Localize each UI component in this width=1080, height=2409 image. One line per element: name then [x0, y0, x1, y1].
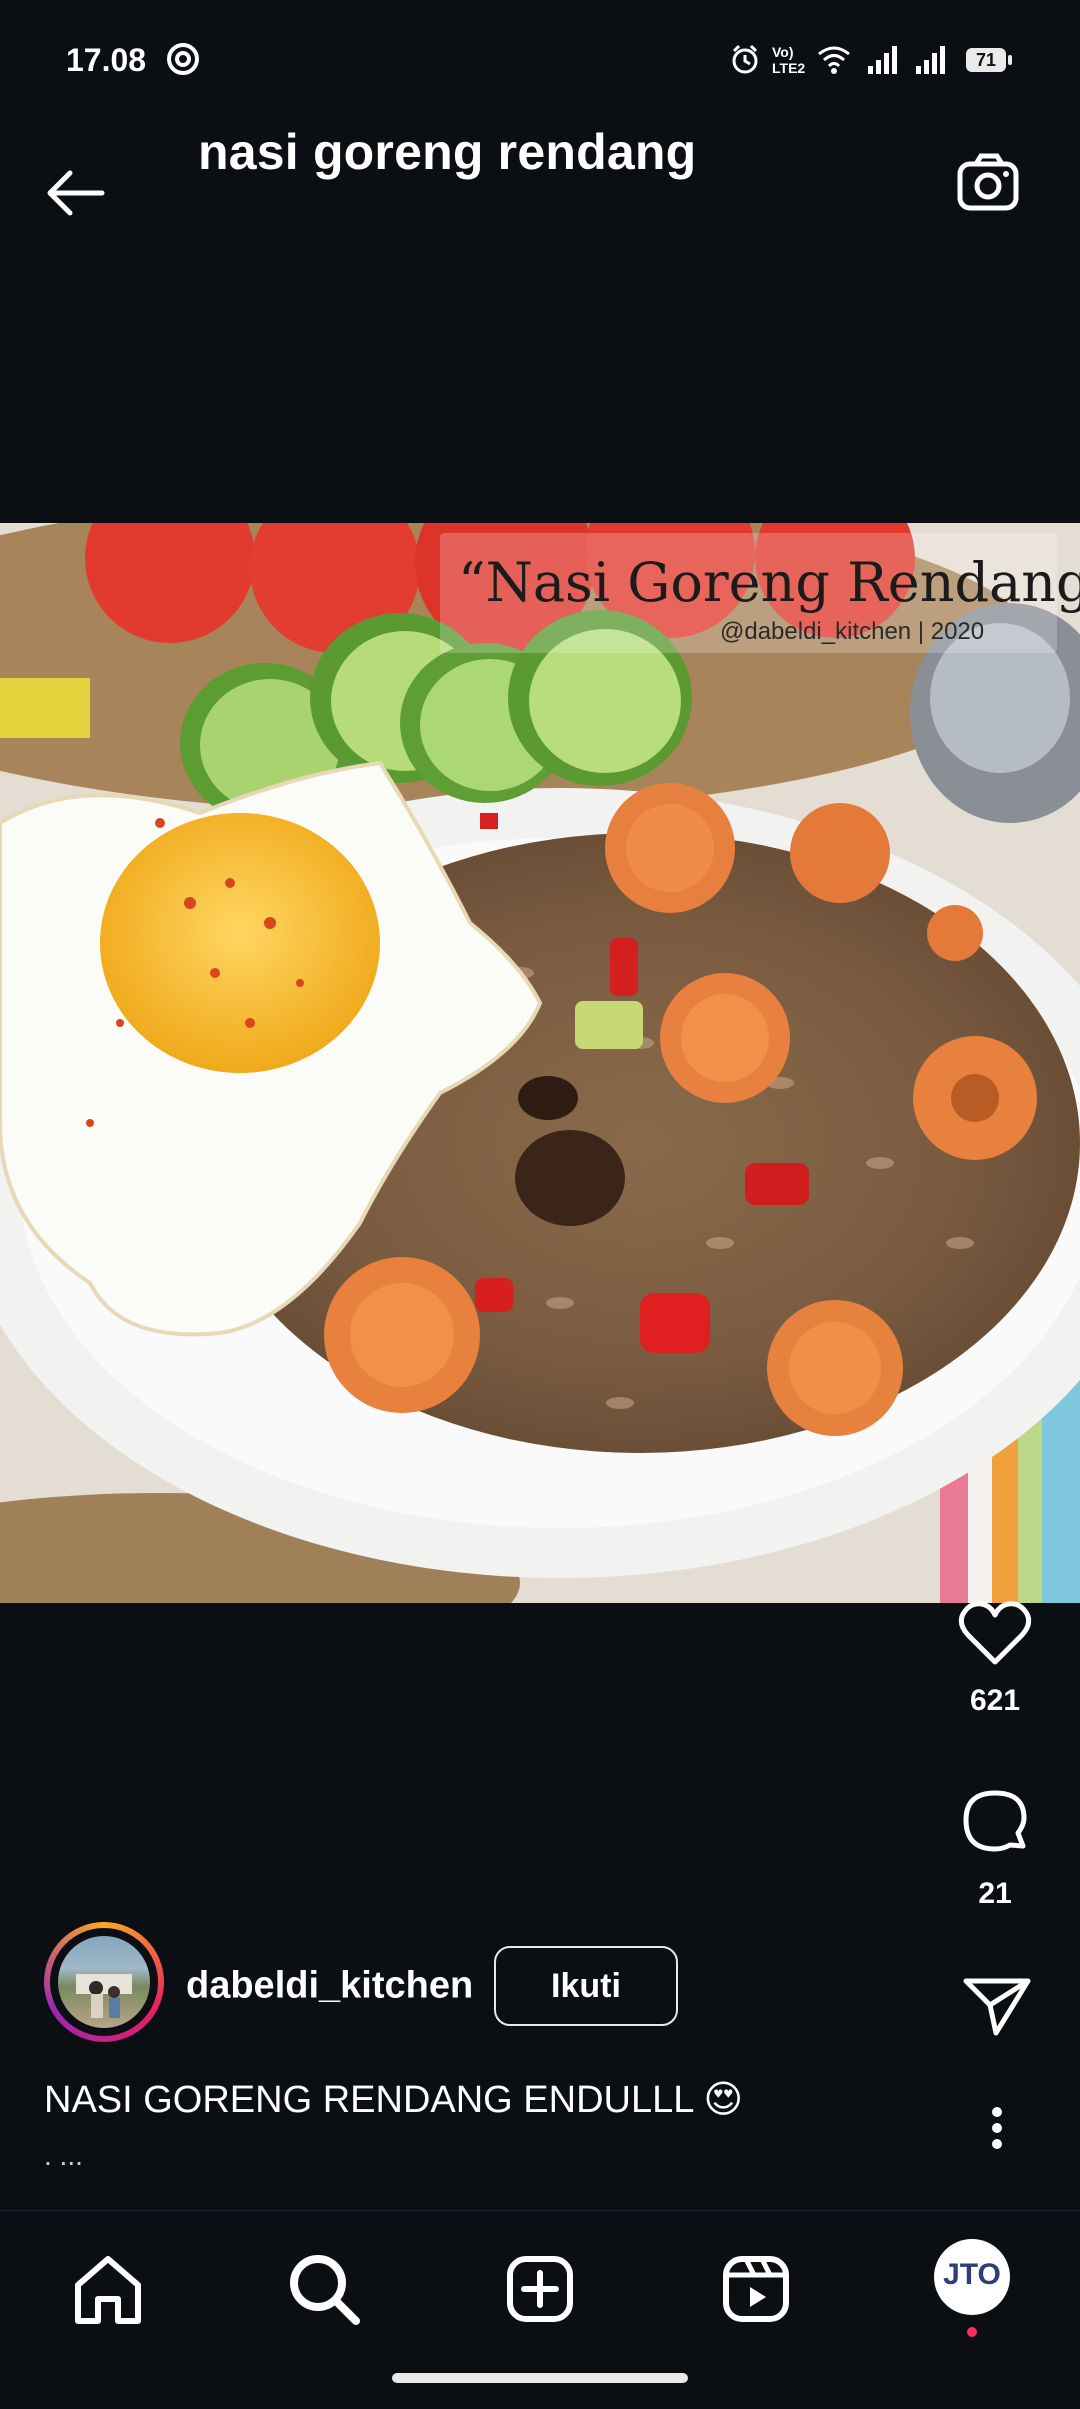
comment-action: 21	[940, 1785, 1050, 1911]
signal-icon-2	[916, 46, 945, 74]
home-icon[interactable]	[60, 2241, 156, 2337]
like-action: 621	[940, 1600, 1050, 1718]
focus-ring-icon	[167, 43, 199, 75]
comment-count: 21	[978, 1877, 1012, 1910]
heart-icon[interactable]	[958, 1600, 1032, 1666]
more-options-icon[interactable]	[980, 2104, 1014, 2152]
camera-icon[interactable]	[954, 148, 1024, 218]
back-arrow-icon[interactable]	[40, 158, 110, 228]
avatar[interactable]	[44, 1922, 164, 2042]
author-row: dabeldi_kitchen Ikuti	[44, 1922, 944, 2042]
network-label: Vo) LTE2	[772, 44, 806, 76]
author-username[interactable]: dabeldi_kitchen	[186, 1965, 473, 2008]
battery-indicator: 71	[966, 48, 1012, 72]
caption-more[interactable]: . ...	[44, 2140, 83, 2172]
nasi-goreng-photo	[0, 523, 1080, 1603]
image-overlay-caption: “Nasi Goreng Rendang“ @dabeldi_kitchen |…	[440, 533, 1080, 653]
signal-icon-1	[868, 46, 897, 74]
overlay-title: “Nasi Goreng Rendang“	[458, 551, 1080, 614]
post-image[interactable]	[0, 523, 1080, 1603]
profile-tab-avatar[interactable]: JTO	[934, 2239, 1010, 2315]
wifi-icon	[818, 46, 850, 74]
overlay-credit: @dabeldi_kitchen | 2020	[720, 618, 985, 645]
create-post-icon[interactable]	[492, 2241, 588, 2337]
home-indicator[interactable]	[392, 2373, 688, 2383]
post-caption[interactable]: NASI GORENG RENDANG ENDULLL 😍	[44, 2077, 743, 2122]
reels-icon[interactable]	[708, 2241, 804, 2337]
alarm-icon	[732, 44, 758, 74]
follow-button[interactable]: Ikuti	[494, 1946, 678, 2026]
notification-dot	[967, 2327, 977, 2337]
status-time: 17.08	[66, 42, 147, 78]
status-bar: 17.08 Vo) LTE2 71	[0, 0, 1080, 100]
like-count: 621	[969, 1684, 1021, 1717]
share-icon[interactable]	[960, 1973, 1034, 2039]
comment-icon[interactable]	[958, 1785, 1032, 1859]
avatar-photo	[58, 1936, 150, 2028]
search-icon[interactable]	[276, 2241, 372, 2337]
page-title: nasi goreng rendang	[198, 124, 697, 180]
